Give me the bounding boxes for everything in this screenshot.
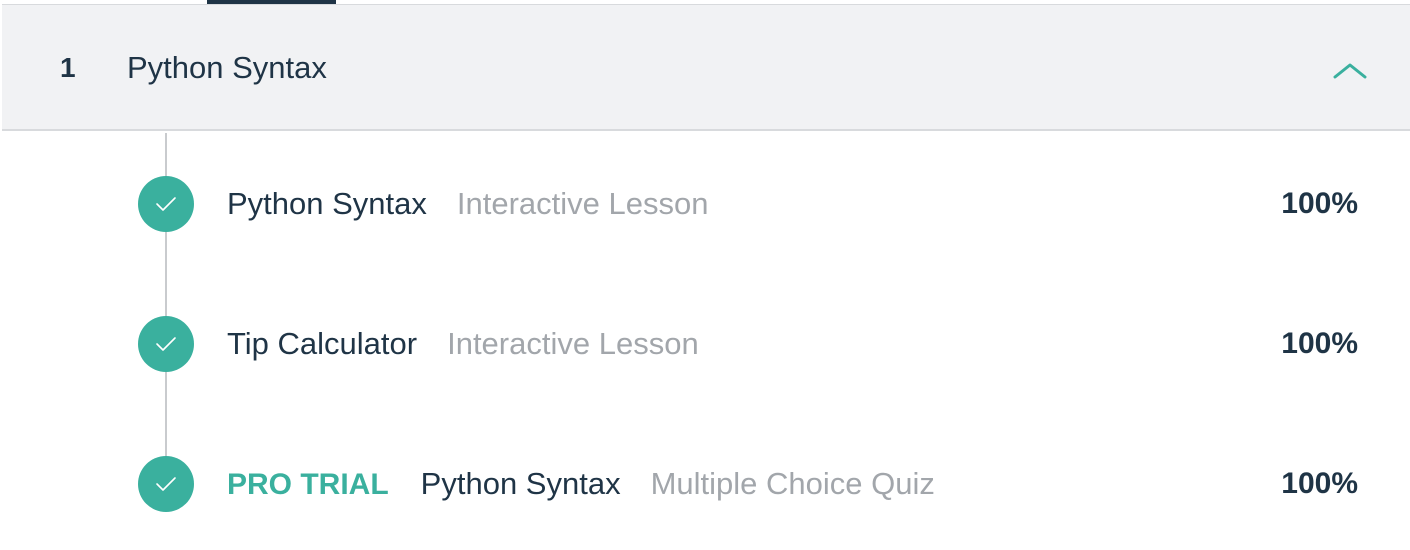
syllabus-page: 1 Python Syntax Python Syntax Interactive… <box>0 0 1410 550</box>
lesson-row[interactable]: Python Syntax Interactive Lesson 100% <box>0 169 1410 239</box>
lesson-type: Interactive Lesson <box>456 186 709 221</box>
completed-check-icon <box>138 456 194 512</box>
lesson-row[interactable]: Tip Calculator Interactive Lesson 100% <box>0 309 1410 379</box>
lesson-text: Python Syntax Interactive Lesson <box>227 186 709 228</box>
chevron-up-icon[interactable] <box>1330 55 1370 83</box>
lesson-type: Interactive Lesson <box>447 326 699 361</box>
lesson-progress: 100% <box>1281 187 1358 220</box>
lesson-title: Python Syntax <box>420 466 621 501</box>
section-title: Python Syntax <box>127 50 327 85</box>
completed-check-icon <box>138 176 194 232</box>
lesson-title: Tip Calculator <box>227 326 418 361</box>
lesson-text: PRO TRIAL Python Syntax Multiple Choice Qu… <box>227 466 935 508</box>
section-number: 1 <box>60 52 76 83</box>
lesson-text: Tip Calculator Interactive Lesson <box>227 326 699 368</box>
pro-trial-badge: PRO TRIAL <box>227 468 389 501</box>
lesson-progress: 100% <box>1281 327 1358 360</box>
lesson-progress: 100% <box>1281 467 1358 500</box>
section-header[interactable]: 1 Python Syntax <box>2 4 1410 131</box>
lesson-title: Python Syntax <box>227 186 427 221</box>
lesson-type: Multiple Choice Quiz <box>650 466 935 501</box>
lesson-row[interactable]: PRO TRIAL Python Syntax Multiple Choice Qu… <box>0 449 1410 519</box>
completed-check-icon <box>138 316 194 372</box>
